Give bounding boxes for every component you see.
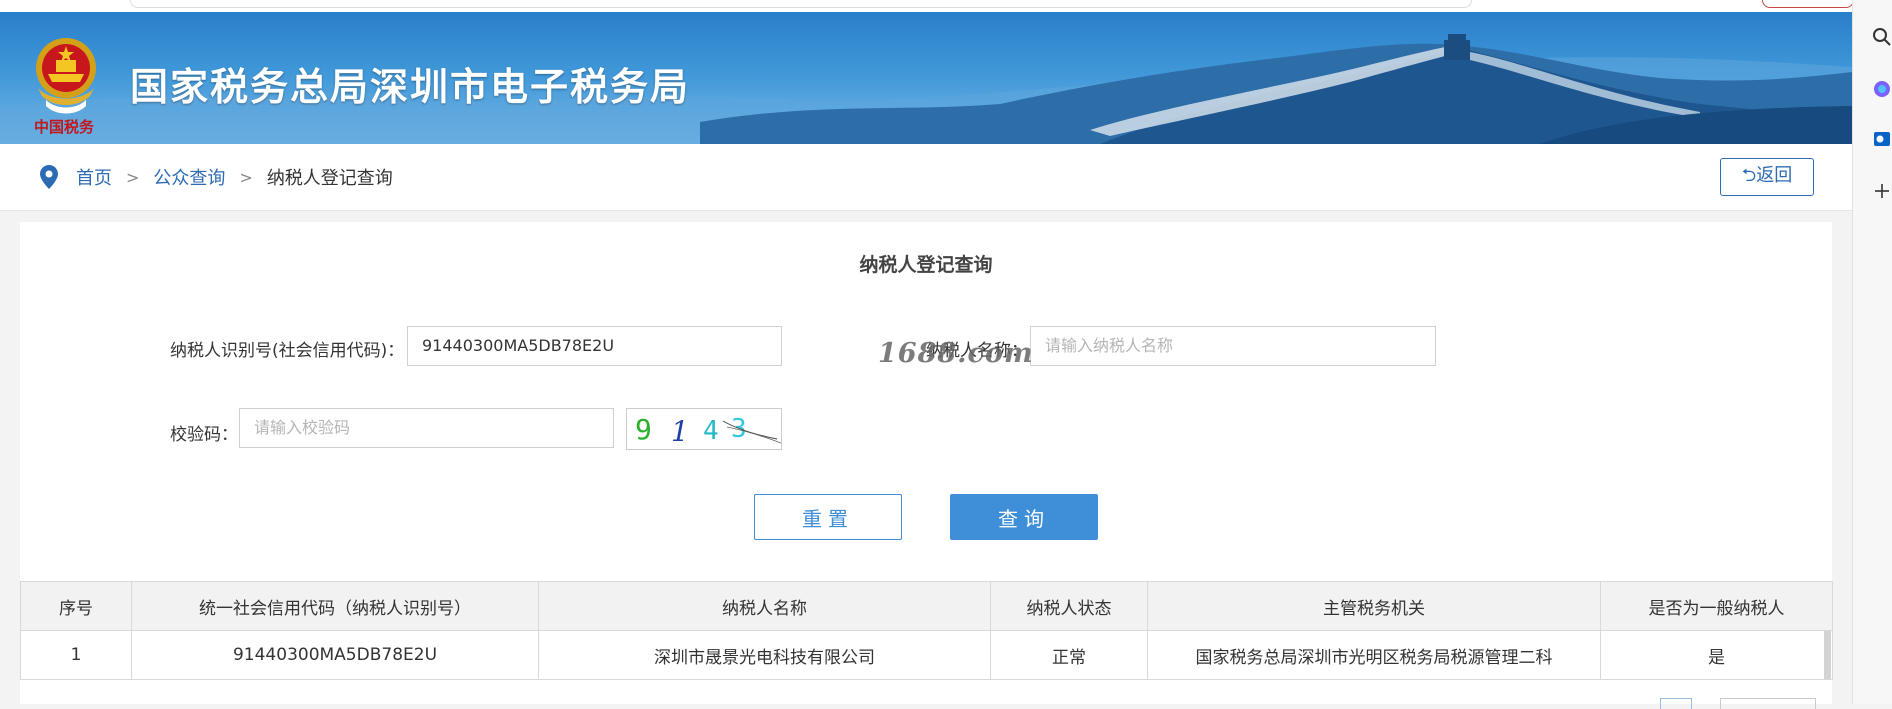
cell-status: 正常 <box>990 630 1148 680</box>
breadcrumb: 首页 > 公众查询 > 纳税人登记查询 <box>40 164 393 190</box>
form-title: 纳税人登记查询 <box>859 254 993 276</box>
svg-text:4: 4 <box>703 416 719 446</box>
captcha-image[interactable]: 9 1 4 3 <box>626 408 782 450</box>
verify-code-input[interactable]: 请输入校验码 <box>239 408 614 448</box>
svg-text:9: 9 <box>635 413 652 446</box>
svg-text:1: 1 <box>671 415 689 448</box>
add-icon[interactable] <box>1871 180 1892 202</box>
back-button[interactable]: ⮌返回 <box>1720 158 1814 196</box>
table-header-row: 序号 统一社会信用代码（纳税人识别号） 纳税人名称 纳税人状态 主管税务机关 是… <box>20 581 1833 631</box>
location-pin-icon <box>40 165 58 189</box>
taxpayer-id-input[interactable]: 91440300MA5DB78E2U <box>407 326 782 366</box>
site-banner: 国家税务总局深圳市电子税务局 中国税务 <box>0 12 1852 144</box>
china-tax-logo-text: 中国税务 <box>34 118 95 136</box>
cell-general-taxpayer: 是 <box>1600 630 1833 680</box>
results-table: 序号 统一社会信用代码（纳税人识别号） 纳税人名称 纳税人状态 主管税务机关 是… <box>20 581 1833 680</box>
breadcrumb-bar: 首页 > 公众查询 > 纳税人登记查询 ⮌返回 <box>0 144 1852 211</box>
taxpayer-name-input[interactable]: 请输入纳税人名称 <box>1030 326 1436 366</box>
cell-taxpayer-name: 深圳市晟景光电科技有限公司 <box>538 630 991 680</box>
taxpayer-id-label: 纳税人识别号(社会信用代码)： <box>170 341 405 361</box>
address-bar[interactable] <box>130 0 1472 8</box>
col-header-status: 纳税人状态 <box>990 581 1148 631</box>
table-row[interactable]: 1 91440300MA5DB78E2U 深圳市晟景光电科技有限公司 正常 国家… <box>20 630 1833 680</box>
verify-code-label: 校验码： <box>170 425 238 445</box>
cell-tax-authority: 国家税务总局深圳市光明区税务局税源管理二科 <box>1147 630 1601 680</box>
query-button[interactable]: 查询 <box>950 494 1098 540</box>
breadcrumb-separator: > <box>239 167 253 187</box>
outlook-icon[interactable] <box>1871 128 1892 150</box>
col-header-tax-authority: 主管税务机关 <box>1147 581 1601 631</box>
col-header-index: 序号 <box>20 581 132 631</box>
breadcrumb-current: 纳税人登记查询 <box>266 168 393 189</box>
captcha-glyphs: 9 1 4 3 <box>635 413 781 448</box>
browser-sidebar <box>1852 0 1892 704</box>
site-title: 国家税务总局深圳市电子税务局 <box>130 65 691 109</box>
table-scrollbar[interactable] <box>1824 631 1831 679</box>
breadcrumb-home-link[interactable]: 首页 <box>76 164 112 190</box>
watermark: 1688.com <box>878 338 1034 369</box>
breadcrumb-public-query-link[interactable]: 公众查询 <box>153 164 225 190</box>
cell-index: 1 <box>20 630 132 680</box>
col-header-taxpayer-name: 纳税人名称 <box>538 581 991 631</box>
reset-button[interactable]: 重置 <box>754 494 902 540</box>
cell-credit-code: 91440300MA5DB78E2U <box>131 630 539 680</box>
search-icon[interactable] <box>1871 26 1892 48</box>
col-header-general-taxpayer: 是否为一般纳税人 <box>1600 581 1833 631</box>
copilot-icon[interactable] <box>1871 78 1892 100</box>
page: 国家税务总局深圳市电子税务局 中国税务 首页 > 公众查询 > 纳税人登记查询 … <box>0 0 1854 709</box>
profile-pill[interactable] <box>1762 0 1854 8</box>
breadcrumb-separator: > <box>126 167 140 187</box>
col-header-credit-code: 统一社会信用代码（纳税人识别号） <box>131 581 539 631</box>
svg-text:3: 3 <box>731 414 747 444</box>
